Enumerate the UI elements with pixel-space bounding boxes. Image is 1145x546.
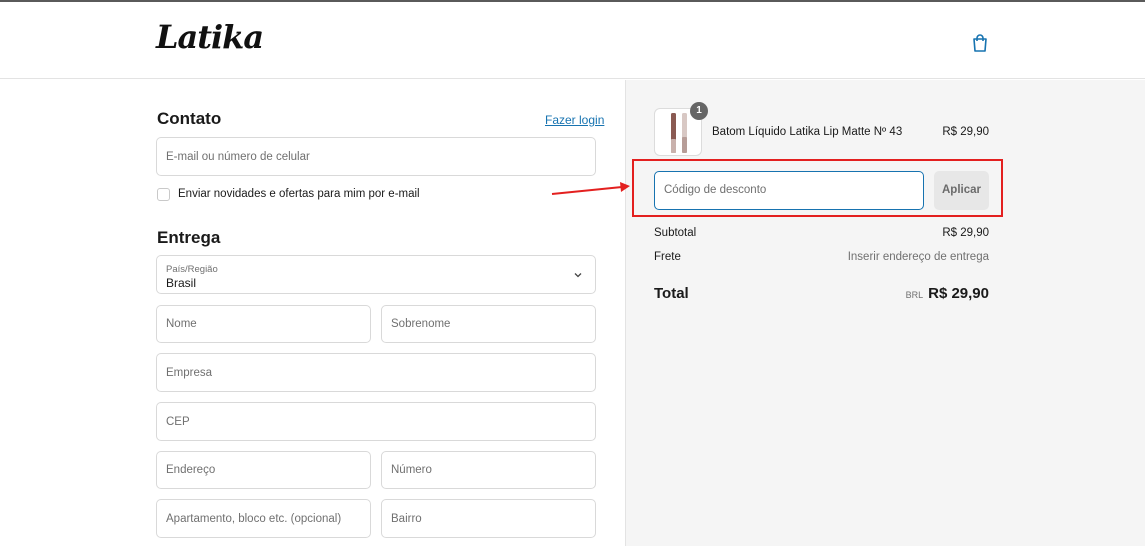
country-select[interactable]: País/Região Brasil	[156, 255, 596, 294]
first-name-field[interactable]: Nome	[156, 305, 371, 343]
header: Latika	[0, 2, 1145, 79]
chevron-down-icon	[574, 273, 582, 278]
order-summary-panel	[625, 80, 1145, 546]
number-field[interactable]: Número	[381, 451, 596, 489]
address-placeholder: Endereço	[166, 464, 216, 476]
last-name-field[interactable]: Sobrenome	[381, 305, 596, 343]
subtotal-value: R$ 29,90	[942, 227, 989, 239]
number-placeholder: Número	[391, 464, 432, 476]
product-name: Batom Líquido Latika Lip Matte Nº 43	[712, 126, 903, 138]
shipping-value: Inserir endereço de entrega	[847, 251, 989, 263]
email-placeholder: E-mail ou número de celular	[166, 150, 310, 163]
login-link[interactable]: Fazer login	[545, 113, 604, 127]
total-value: R$ 29,90	[928, 285, 989, 302]
total-amount: BRL R$ 29,90	[906, 285, 989, 303]
shopping-bag-icon[interactable]	[971, 33, 989, 53]
country-label: País/Região	[166, 264, 218, 275]
shipping-label: Frete	[654, 251, 681, 263]
annotation-arrow	[551, 182, 630, 195]
zip-field[interactable]: CEP	[156, 402, 596, 441]
company-placeholder: Empresa	[166, 366, 213, 379]
district-field[interactable]: Bairro	[381, 499, 596, 538]
contact-title: Contato	[157, 109, 222, 128]
logo-text: Latika	[156, 18, 264, 56]
total-label: Total	[654, 285, 689, 302]
discount-placeholder: Código de desconto	[664, 184, 767, 196]
discount-code-input[interactable]: Código de desconto	[654, 171, 924, 210]
zip-placeholder: CEP	[166, 415, 190, 428]
delivery-title: Entrega	[157, 228, 221, 247]
district-placeholder: Bairro	[391, 512, 422, 525]
company-field[interactable]: Empresa	[156, 353, 596, 392]
apartment-field[interactable]: Apartamento, bloco etc. (opcional)	[156, 499, 371, 538]
product-price: R$ 29,90	[942, 126, 989, 138]
last-name-placeholder: Sobrenome	[391, 318, 451, 330]
newsletter-checkbox[interactable]	[157, 188, 170, 201]
quantity-badge: 1	[690, 102, 708, 120]
apply-discount-button[interactable]: Aplicar	[934, 171, 989, 210]
logo[interactable]: Latika	[156, 12, 264, 68]
newsletter-label: Enviar novidades e ofertas para mim por …	[178, 188, 420, 200]
apartment-placeholder: Apartamento, bloco etc. (opcional)	[166, 512, 342, 525]
address-field[interactable]: Endereço	[156, 451, 371, 489]
total-currency: BRL	[905, 290, 924, 300]
first-name-placeholder: Nome	[166, 318, 197, 330]
subtotal-label: Subtotal	[654, 227, 697, 239]
email-field[interactable]: E-mail ou número de celular	[156, 137, 596, 176]
country-value: Brasil	[166, 276, 197, 290]
